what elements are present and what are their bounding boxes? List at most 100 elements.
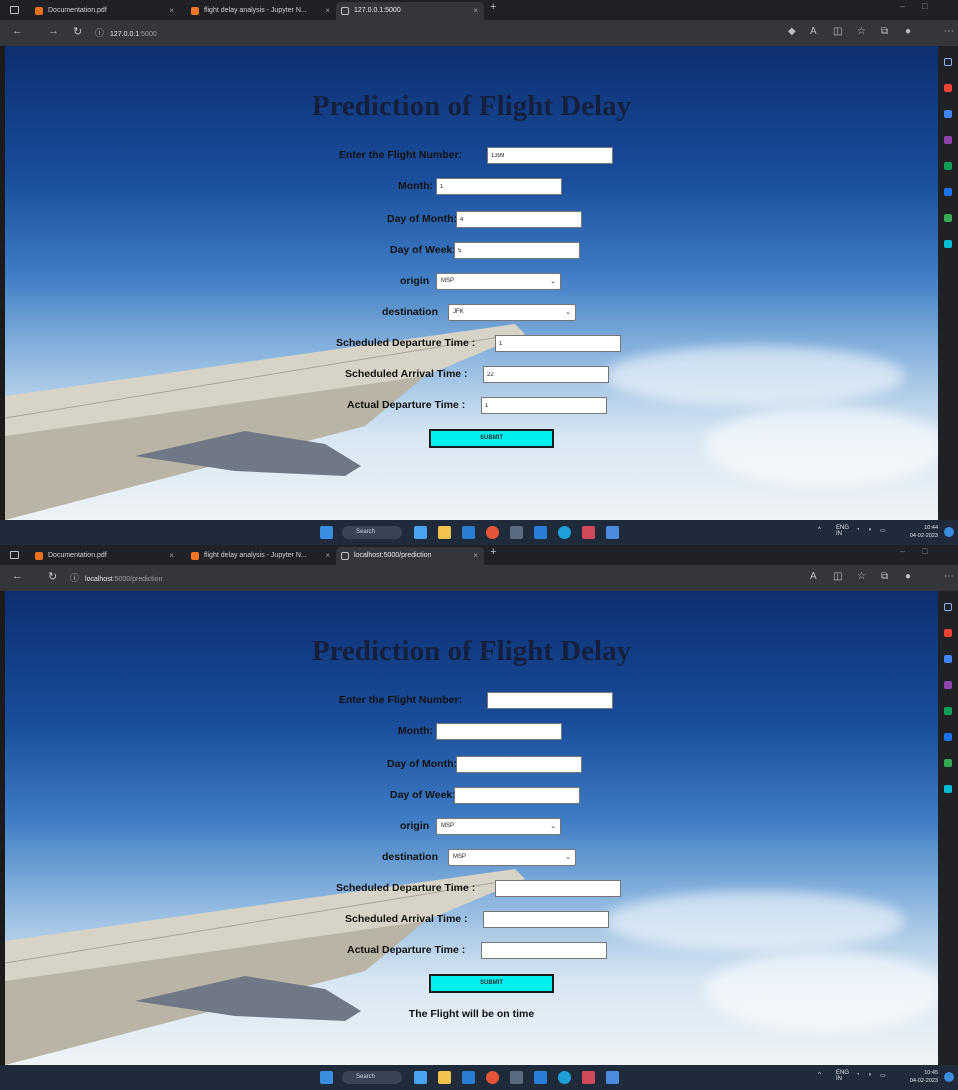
minimize-icon[interactable]: – <box>900 1 905 11</box>
close-icon[interactable]: × <box>473 2 478 20</box>
info-icon[interactable]: ⓘ <box>70 573 79 583</box>
tab-documentation[interactable]: Documentation.pdf × <box>30 547 180 565</box>
language-indicator[interactable]: ENG IN <box>836 525 849 537</box>
close-icon[interactable]: × <box>325 2 330 20</box>
outlook-icon[interactable] <box>944 733 952 741</box>
close-icon[interactable]: × <box>169 2 174 20</box>
maximize-icon[interactable]: □ <box>922 1 927 11</box>
app-icon[interactable] <box>606 1071 619 1084</box>
favorite-icon[interactable]: ☆ <box>857 26 866 37</box>
new-tab-icon[interactable]: + <box>490 546 496 558</box>
file-explorer-icon[interactable] <box>438 1071 451 1084</box>
day-of-week-input[interactable] <box>454 242 580 259</box>
scheduled-arrival-input[interactable] <box>483 911 609 928</box>
apps-icon[interactable] <box>944 240 952 248</box>
flight-number-input[interactable] <box>487 692 613 709</box>
info-icon[interactable]: ⓘ <box>95 28 104 38</box>
discover-icon[interactable] <box>944 629 952 637</box>
outlook-icon[interactable] <box>944 188 952 196</box>
drop-icon[interactable] <box>944 214 952 222</box>
app-icon[interactable] <box>606 526 619 539</box>
vscode-icon[interactable] <box>534 526 547 539</box>
notification-icon[interactable] <box>944 527 954 537</box>
forward-icon[interactable]: → <box>48 25 59 37</box>
minimize-icon[interactable]: – <box>900 546 905 556</box>
wifi-icon[interactable]: ◔ <box>856 1072 860 1078</box>
actual-departure-input[interactable] <box>481 397 607 414</box>
tab-documentation[interactable]: Documentation.pdf × <box>30 2 180 20</box>
task-view-icon[interactable] <box>414 526 427 539</box>
close-icon[interactable]: × <box>325 547 330 565</box>
taskbar-search[interactable]: Search <box>342 526 402 539</box>
collections-icon[interactable]: ⧉ <box>881 571 888 582</box>
destination-select[interactable]: MSP ⌄ <box>448 849 576 866</box>
day-of-month-input[interactable] <box>456 756 582 773</box>
office-app-icon[interactable] <box>582 526 595 539</box>
tab-jupyter[interactable]: flight delay analysis - Jupyter N... × <box>186 547 336 565</box>
back-icon[interactable]: ← <box>12 570 23 582</box>
extension-icon[interactable]: ◆ <box>788 26 796 37</box>
origin-select[interactable]: MSP ⌄ <box>436 273 561 290</box>
discover-icon[interactable] <box>944 84 952 92</box>
start-icon[interactable] <box>320 1071 333 1084</box>
search-icon[interactable] <box>944 58 952 66</box>
day-of-month-input[interactable] <box>456 211 582 228</box>
edge-icon[interactable] <box>558 526 571 539</box>
wifi-icon[interactable]: ◔ <box>856 527 860 533</box>
close-icon[interactable]: × <box>169 547 174 565</box>
vscode-icon[interactable] <box>534 1071 547 1084</box>
tab-active[interactable]: localhost:5000/prediction × <box>336 547 484 565</box>
collections-icon[interactable]: ⧉ <box>881 26 888 37</box>
origin-select[interactable]: MSP ⌄ <box>436 818 561 835</box>
games-icon[interactable] <box>944 681 952 689</box>
taskbar-search[interactable]: Search <box>342 1071 402 1084</box>
scheduled-arrival-input[interactable] <box>483 366 609 383</box>
notification-icon[interactable] <box>944 1072 954 1082</box>
apps-icon[interactable] <box>944 785 952 793</box>
actual-departure-input[interactable] <box>481 942 607 959</box>
tools-icon[interactable] <box>944 655 952 663</box>
tab-active[interactable]: 127.0.0.1:5000 × <box>336 2 484 20</box>
profile-icon[interactable]: ● <box>905 571 911 582</box>
maximize-icon[interactable]: □ <box>922 546 927 556</box>
url-field[interactable]: ⓘ localhost:5000/prediction <box>70 570 162 586</box>
month-input[interactable] <box>436 178 562 195</box>
edge-icon[interactable] <box>558 1071 571 1084</box>
clock[interactable]: 10:44 04-02-2023 <box>898 524 938 540</box>
split-screen-icon[interactable]: ◫ <box>833 571 842 582</box>
url-field[interactable]: ⓘ 127.0.0.1:5000 <box>95 25 157 41</box>
battery-icon[interactable]: ▭ <box>880 1072 886 1079</box>
scheduled-departure-input[interactable] <box>495 335 621 352</box>
chevron-up-icon[interactable]: ^ <box>818 527 821 533</box>
profile-icon[interactable]: ● <box>905 26 911 37</box>
reload-icon[interactable]: ↻ <box>48 570 57 583</box>
language-indicator[interactable]: ENG IN <box>836 1070 849 1082</box>
calculator-icon[interactable] <box>510 526 523 539</box>
window-icon[interactable] <box>10 551 19 559</box>
scheduled-departure-input[interactable] <box>495 880 621 897</box>
reload-icon[interactable]: ↻ <box>73 25 82 38</box>
store-icon[interactable] <box>462 1071 475 1084</box>
store-icon[interactable] <box>462 526 475 539</box>
more-icon[interactable]: ⋯ <box>944 571 954 582</box>
favorite-icon[interactable]: ☆ <box>857 571 866 582</box>
volume-icon[interactable]: ◖ <box>868 1072 872 1078</box>
office-icon[interactable] <box>944 162 952 170</box>
volume-icon[interactable]: ◖ <box>868 527 872 533</box>
tools-icon[interactable] <box>944 110 952 118</box>
games-icon[interactable] <box>944 136 952 144</box>
start-icon[interactable] <box>320 526 333 539</box>
battery-icon[interactable]: ▭ <box>880 527 886 534</box>
back-icon[interactable]: ← <box>12 25 23 37</box>
destination-select[interactable]: JFK ⌄ <box>448 304 576 321</box>
more-icon[interactable]: ⋯ <box>944 26 954 37</box>
flight-number-input[interactable] <box>487 147 613 164</box>
chrome-icon[interactable] <box>486 1071 499 1084</box>
search-icon[interactable] <box>944 603 952 611</box>
close-icon[interactable]: × <box>473 547 478 565</box>
chevron-up-icon[interactable]: ^ <box>818 1072 821 1078</box>
file-explorer-icon[interactable] <box>438 526 451 539</box>
submit-button[interactable]: SUBMIT <box>429 974 554 993</box>
new-tab-icon[interactable]: + <box>490 1 496 13</box>
split-screen-icon[interactable]: ◫ <box>833 26 842 37</box>
